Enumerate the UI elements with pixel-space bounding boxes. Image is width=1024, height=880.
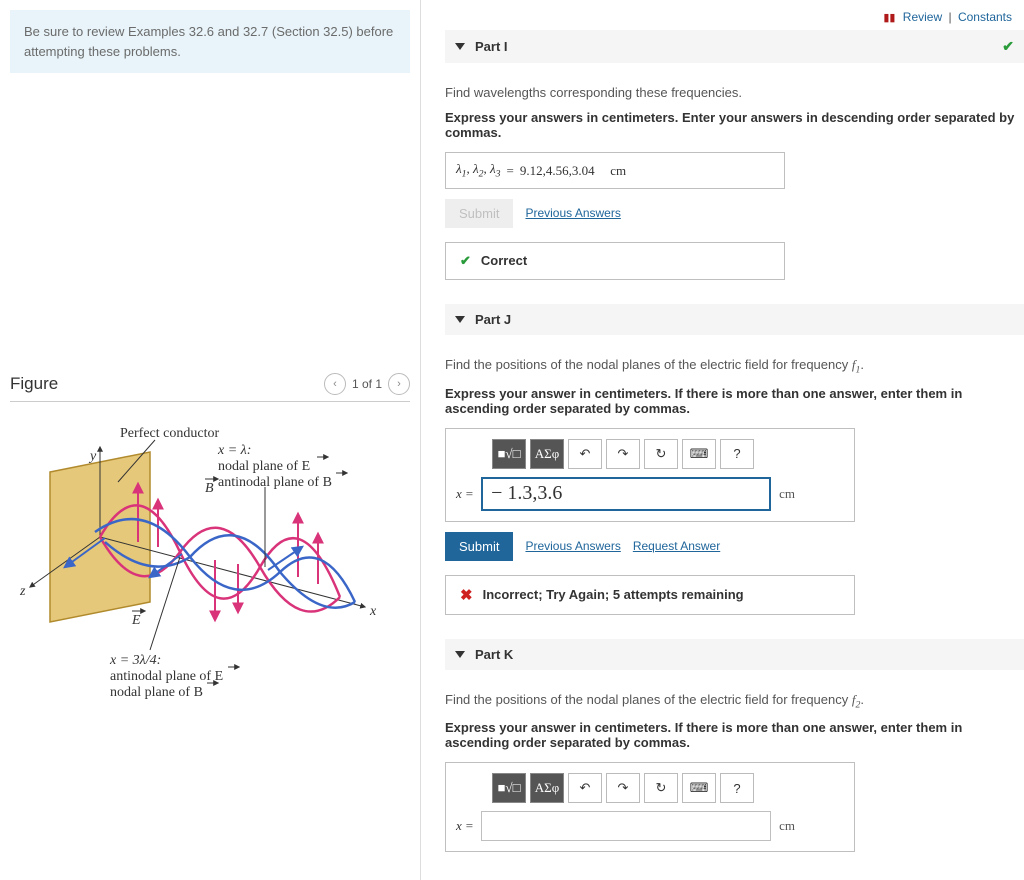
svg-text:nodal plane of B: nodal plane of B xyxy=(110,685,203,700)
part-j-instructions: Express your answer in centimeters. If t… xyxy=(445,386,1024,416)
part-j-unit: cm xyxy=(779,486,795,502)
svg-text:x = λ:: x = λ: xyxy=(217,443,251,458)
part-k-prompt: Find the positions of the nodal planes o… xyxy=(445,692,1024,711)
part-j-prompt: Find the positions of the nodal planes o… xyxy=(445,357,1024,376)
part-i-instructions: Express your answers in centimeters. Ent… xyxy=(445,110,1024,140)
svg-text:E: E xyxy=(131,613,141,628)
part-k-header[interactable]: Part K xyxy=(445,639,1024,670)
answer-toolbar: ■√□ ΑΣφ ↶ ↷ ↻ ⌨ ? xyxy=(492,439,844,469)
label-perfect-conductor: Perfect conductor xyxy=(120,426,219,441)
part-i-submit-button: Submit xyxy=(445,199,513,228)
part-k-unit: cm xyxy=(779,818,795,834)
toolbar-undo-button[interactable]: ↶ xyxy=(568,773,602,803)
figure-prev-button[interactable]: ‹ xyxy=(324,373,346,395)
svg-text:nodal plane of E: nodal plane of E xyxy=(218,459,310,474)
toolbar-greek-button[interactable]: ΑΣφ xyxy=(530,773,564,803)
toolbar-template-button[interactable]: ■√□ xyxy=(492,773,526,803)
part-j-answer-input[interactable] xyxy=(481,477,771,511)
part-j-request-answer-link[interactable]: Request Answer xyxy=(633,539,720,553)
part-i-status: ✔ Correct xyxy=(445,242,785,280)
part-i-header[interactable]: Part I ✔ xyxy=(445,30,1024,63)
svg-text:z: z xyxy=(19,584,26,599)
toolbar-redo-button[interactable]: ↷ xyxy=(606,773,640,803)
part-k-answer-input[interactable] xyxy=(481,811,771,841)
toolbar-undo-button[interactable]: ↶ xyxy=(568,439,602,469)
part-k-instructions: Express your answer in centimeters. If t… xyxy=(445,720,1024,750)
svg-text:B: B xyxy=(205,481,214,496)
part-j-previous-answers-link[interactable]: Previous Answers xyxy=(525,539,620,553)
part-k-answer-widget: ■√□ ΑΣφ ↶ ↷ ↻ ⌨ ? x = cm xyxy=(445,762,855,852)
svg-text:x = 3λ/4:: x = 3λ/4: xyxy=(109,653,161,668)
svg-text:antinodal plane of B: antinodal plane of B xyxy=(218,475,332,490)
toolbar-keyboard-button[interactable]: ⌨ xyxy=(682,773,716,803)
right-column: ▮▮ Review | Constants Part I ✔ Find wave… xyxy=(420,0,1024,880)
part-i-title: Part I xyxy=(475,39,508,54)
toolbar-greek-button[interactable]: ΑΣφ xyxy=(530,439,564,469)
book-icon: ▮▮ xyxy=(883,11,895,24)
toolbar-help-button[interactable]: ? xyxy=(720,439,754,469)
part-j-status: ✖ Incorrect; Try Again; 5 attempts remai… xyxy=(445,575,855,615)
figure-nav-label: 1 of 1 xyxy=(352,377,382,391)
svg-text:antinodal plane of E: antinodal plane of E xyxy=(110,669,223,684)
check-icon: ✔ xyxy=(460,253,471,269)
part-k-body: Find the positions of the nodal planes o… xyxy=(445,670,1024,871)
toolbar-help-button[interactable]: ? xyxy=(720,773,754,803)
chevron-down-icon xyxy=(455,651,465,658)
part-k-title: Part K xyxy=(475,647,513,662)
chevron-down-icon xyxy=(455,43,465,50)
check-icon: ✔ xyxy=(1002,38,1014,55)
figure-header: Figure ‹ 1 of 1 › xyxy=(10,373,410,402)
toolbar-keyboard-button[interactable]: ⌨ xyxy=(682,439,716,469)
x-icon: ✖ xyxy=(460,586,473,604)
chevron-down-icon xyxy=(455,316,465,323)
svg-text:y: y xyxy=(88,449,97,464)
toolbar-reset-button[interactable]: ↻ xyxy=(644,439,678,469)
part-i-body: Find wavelengths corresponding these fre… xyxy=(445,63,1024,298)
constants-link[interactable]: Constants xyxy=(958,10,1012,24)
toolbar-reset-button[interactable]: ↻ xyxy=(644,773,678,803)
part-j-header[interactable]: Part J xyxy=(445,304,1024,335)
part-i-previous-answers-link[interactable]: Previous Answers xyxy=(525,206,620,220)
part-i-answer-display: λ1, λ2, λ3 = 9.12,4.56,3.04 cm xyxy=(445,152,785,189)
figure-title: Figure xyxy=(10,374,58,394)
part-j-body: Find the positions of the nodal planes o… xyxy=(445,335,1024,633)
part-j-answer-widget: ■√□ ΑΣφ ↶ ↷ ↻ ⌨ ? x = cm xyxy=(445,428,855,522)
part-i-prompt: Find wavelengths corresponding these fre… xyxy=(445,85,1024,100)
answer-toolbar: ■√□ ΑΣφ ↶ ↷ ↻ ⌨ ? xyxy=(492,773,844,803)
figure-nav: ‹ 1 of 1 › xyxy=(324,373,410,395)
review-link[interactable]: Review xyxy=(903,10,942,24)
top-links: ▮▮ Review | Constants xyxy=(445,10,1024,24)
svg-text:x: x xyxy=(369,604,377,619)
part-j-submit-button[interactable]: Submit xyxy=(445,532,513,561)
toolbar-template-button[interactable]: ■√□ xyxy=(492,439,526,469)
figure-panel: Figure ‹ 1 of 1 › xyxy=(10,373,410,715)
toolbar-redo-button[interactable]: ↷ xyxy=(606,439,640,469)
part-j-title: Part J xyxy=(475,312,511,327)
figure-diagram: Perfect conductor y z x xyxy=(10,412,400,712)
figure-next-button[interactable]: › xyxy=(388,373,410,395)
left-column: Be sure to review Examples 32.6 and 32.7… xyxy=(0,0,420,880)
info-box: Be sure to review Examples 32.6 and 32.7… xyxy=(10,10,410,73)
